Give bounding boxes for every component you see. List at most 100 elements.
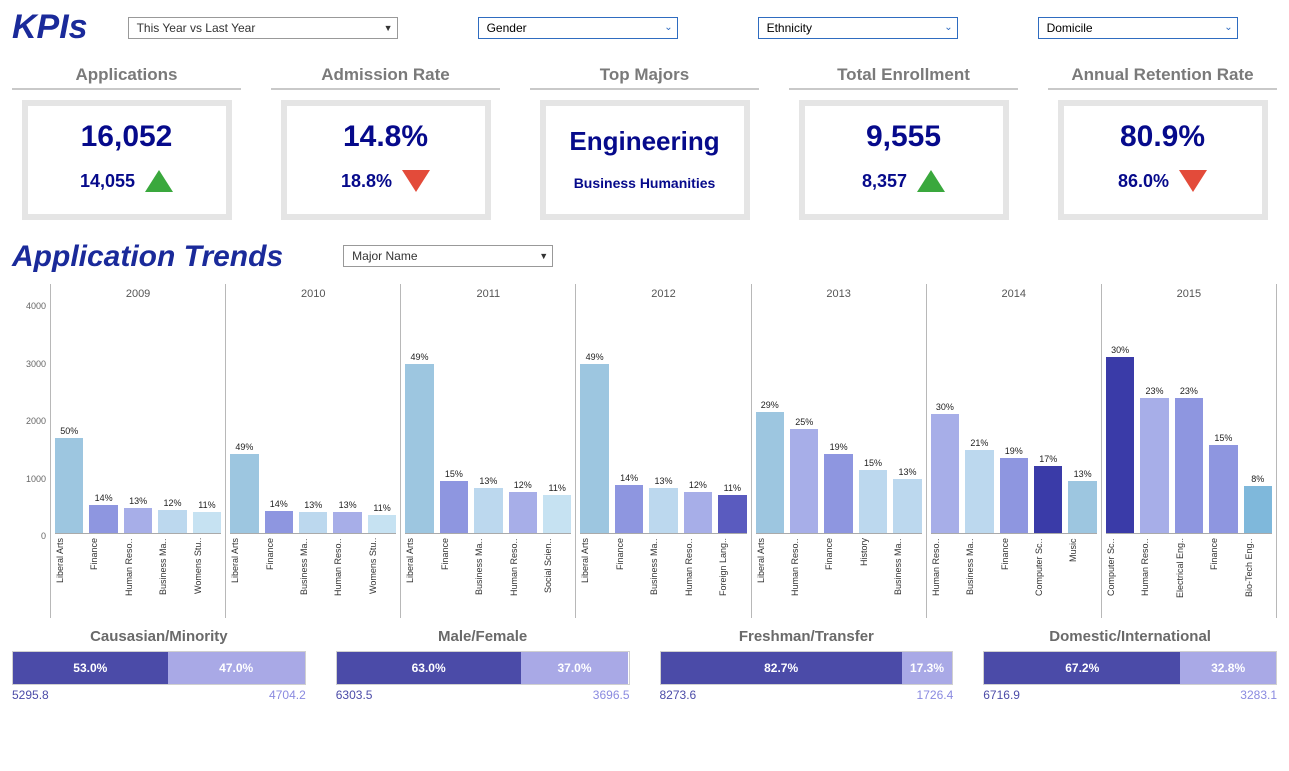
year-panel: 200950%14%13%12%11%Liberal ArtsFinanceHu… <box>50 284 226 618</box>
category-row: Liberal ArtsFinanceHuman Reso..Business … <box>55 538 221 618</box>
kpi-applications: Applications 16,052 14,055 <box>12 65 241 220</box>
bar[interactable]: 8% <box>1244 474 1272 533</box>
bar-percent-label: 14% <box>620 473 638 483</box>
bar[interactable]: 12% <box>509 480 537 533</box>
bar[interactable]: 14% <box>265 499 293 533</box>
bar[interactable]: 19% <box>824 442 852 533</box>
year-panel: 201430%21%19%17%13%Human Reso..Business … <box>927 284 1102 618</box>
category-label: Business Ma.. <box>649 538 677 618</box>
bar-percent-label: 11% <box>724 483 741 493</box>
kpi-header: Admission Rate <box>321 65 449 85</box>
bar[interactable]: 13% <box>649 476 677 533</box>
domicile-dropdown[interactable]: Domicile ⌄ <box>1038 17 1238 39</box>
bar[interactable]: 30% <box>1106 345 1134 533</box>
category-label: Womens Stu.. <box>193 538 221 618</box>
major-name-dropdown[interactable]: Major Name ▼ <box>343 245 553 267</box>
bar-percent-label: 21% <box>970 438 988 448</box>
ratio-bar[interactable]: 53.0%47.0% <box>12 651 306 685</box>
bar-rect <box>440 481 468 533</box>
bar[interactable]: 13% <box>299 500 327 533</box>
category-label: Finance <box>89 538 117 618</box>
category-label: Music <box>1068 538 1096 618</box>
bar[interactable]: 12% <box>158 498 186 533</box>
ratio-left-segment: 53.0% <box>13 652 168 684</box>
ratio-left-value: 6303.5 <box>336 688 373 702</box>
category-label: Human Reso.. <box>333 538 361 618</box>
kpi-header: Top Majors <box>600 65 689 85</box>
bar-rect <box>859 470 887 533</box>
bar[interactable]: 49% <box>230 442 258 533</box>
category-label: Computer Sc.. <box>1034 538 1062 618</box>
bar[interactable]: 15% <box>1209 433 1237 533</box>
category-label: Computer Sc.. <box>1106 538 1134 618</box>
bar[interactable]: 11% <box>193 500 221 533</box>
bar[interactable]: 49% <box>580 352 608 533</box>
trend-up-icon <box>917 170 945 192</box>
bar-percent-label: 15% <box>1214 433 1232 443</box>
bar-percent-label: 25% <box>795 417 813 427</box>
kpi-header: Applications <box>75 65 177 85</box>
category-label: Business Ma.. <box>965 538 993 618</box>
ratio-bar[interactable]: 63.0%37.0% <box>336 651 630 685</box>
bar[interactable]: 30% <box>931 402 959 533</box>
ratio-bar[interactable]: 67.2%32.8% <box>983 651 1277 685</box>
chevron-down-icon: ⌄ <box>664 22 672 33</box>
bar[interactable]: 25% <box>790 417 818 533</box>
bar[interactable]: 15% <box>440 469 468 533</box>
ratio-bar[interactable]: 82.7%17.3% <box>660 651 954 685</box>
bar[interactable]: 13% <box>893 467 921 533</box>
bar[interactable]: 23% <box>1175 386 1203 533</box>
bar-rect <box>615 485 643 533</box>
page-title-kpi: KPIs <box>12 8 88 47</box>
bar[interactable]: 17% <box>1034 454 1062 533</box>
bar[interactable]: 23% <box>1140 386 1168 533</box>
bar[interactable]: 49% <box>405 352 433 533</box>
bar-percent-label: 13% <box>304 500 322 510</box>
bar-percent-label: 13% <box>479 476 497 486</box>
bar-percent-label: 30% <box>936 402 954 412</box>
bar-rect <box>230 454 258 533</box>
bar[interactable]: 13% <box>1068 469 1096 533</box>
bar-rect <box>1209 445 1237 533</box>
bars-area: 49% 14% 13%12% 11% <box>580 304 746 534</box>
bar[interactable]: 11% <box>543 483 571 533</box>
trends-header-row: Application Trends Major Name ▼ <box>12 220 1277 274</box>
bar[interactable]: 13% <box>474 476 502 533</box>
bar-rect <box>931 414 959 533</box>
bar[interactable]: 12% <box>684 480 712 533</box>
divider <box>789 88 1018 90</box>
trend-down-icon <box>402 170 430 192</box>
chevron-down-icon: ▼ <box>539 251 548 261</box>
bar[interactable]: 11% <box>718 483 746 533</box>
bar[interactable]: 50% <box>55 426 83 533</box>
ethnicity-dropdown[interactable]: Ethnicity ⌄ <box>758 17 958 39</box>
section-title-trends: Application Trends <box>12 220 283 274</box>
kpi-value: 9,555 <box>813 120 995 154</box>
bar[interactable]: 15% <box>859 458 887 533</box>
bar-rect <box>265 511 293 533</box>
category-label: Womens Stu.. <box>368 538 396 618</box>
ratio-row: Causasian/Minority53.0%47.0%5295.84704.2… <box>12 628 1277 702</box>
bar[interactable]: 14% <box>89 493 117 533</box>
gender-dropdown-label: Gender <box>487 21 665 35</box>
bar[interactable]: 21% <box>965 438 993 533</box>
bar[interactable]: 19% <box>1000 446 1028 533</box>
divider <box>530 88 759 90</box>
category-label: History <box>859 538 887 618</box>
bar[interactable]: 13% <box>333 500 361 533</box>
other-majors: Business Humanities <box>554 175 736 191</box>
category-label: Business Ma.. <box>893 538 921 618</box>
comparison-dropdown[interactable]: This Year vs Last Year ▼ <box>128 17 398 39</box>
category-row: Liberal ArtsHuman Reso..FinanceHistoryBu… <box>756 538 922 618</box>
bar-rect <box>124 508 152 533</box>
category-label: Human Reso.. <box>790 538 818 618</box>
ratio-title: Causasian/Minority <box>12 628 306 645</box>
bar[interactable]: 13% <box>124 496 152 533</box>
bar[interactable]: 14% <box>615 473 643 533</box>
gender-dropdown[interactable]: Gender ⌄ <box>478 17 678 39</box>
bar[interactable]: 11% <box>368 503 396 533</box>
category-label: Business Ma.. <box>299 538 327 618</box>
kpi-box: 16,052 14,055 <box>22 100 232 220</box>
bar[interactable]: 29% <box>756 400 784 533</box>
year-label: 2011 <box>405 284 571 304</box>
